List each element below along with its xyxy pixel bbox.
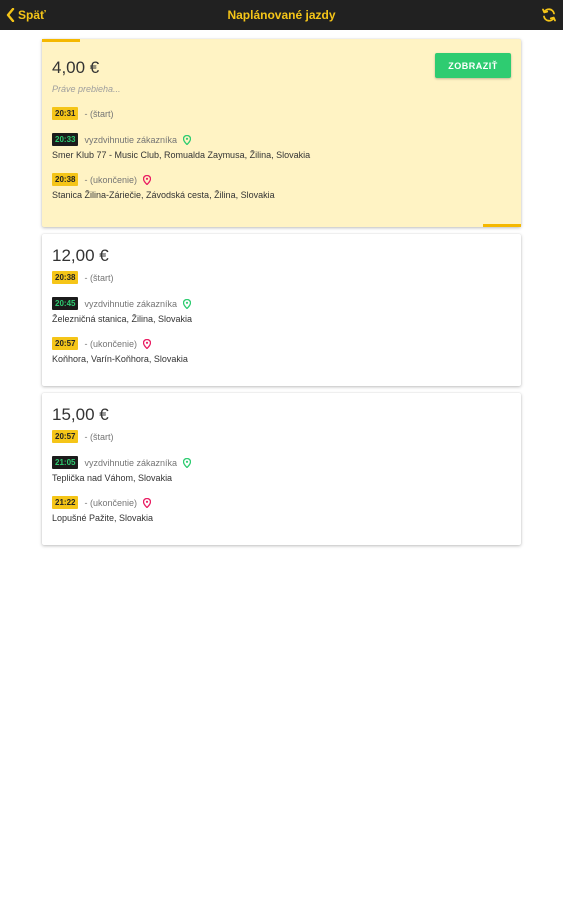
back-label: Späť (18, 8, 46, 22)
start-time: 20:31 (52, 107, 79, 120)
end-row: 20:38 - (ukončenie) (52, 173, 511, 186)
progress-indicator (483, 224, 521, 227)
ride-price: 12,00 € (52, 246, 109, 265)
end-row: 20:57 - (ukončenie) (52, 337, 511, 350)
end-label: - (ukončenie) (84, 338, 137, 349)
map-pin-icon (143, 338, 151, 349)
end-address: Lopušné Pažite, Slovakia (52, 513, 154, 523)
page-title: Naplánované jazdy (227, 8, 336, 22)
progress-indicator (42, 39, 80, 42)
pickup-address: Teplička nad Váhom, Slovakia (52, 473, 173, 483)
back-button[interactable]: Späť (6, 0, 46, 30)
start-time: 20:38 (52, 271, 79, 284)
end-row: 21:22 - (ukončenie) (52, 496, 511, 509)
end-address: Stanica Žilina-Záriečie, Závodská cesta,… (52, 190, 275, 200)
ride-card[interactable]: 12,00 € 20:38 - (štart) 20:45 vyzdvihnut… (42, 234, 521, 386)
end-time: 21:22 (52, 496, 79, 509)
map-pin-icon (143, 174, 151, 185)
pickup-row: 20:33 vyzdvihnutie zákazníka (52, 133, 511, 146)
pickup-time: 20:45 (52, 297, 79, 310)
pickup-row: 20:45 vyzdvihnutie zákazníka (52, 297, 511, 310)
map-pin-icon (183, 298, 192, 309)
ride-price: 15,00 € (52, 405, 109, 424)
start-row: 20:57 - (štart) (52, 430, 511, 443)
end-time: 20:38 (52, 173, 79, 186)
end-label: - (ukončenie) (84, 174, 137, 185)
top-app-bar: Späť Naplánované jazdy (0, 0, 563, 30)
map-pin-icon (143, 497, 151, 508)
start-row: 20:38 - (štart) (52, 271, 511, 284)
start-label: - (štart) (84, 431, 114, 442)
pickup-address: Železničná stanica, Žilina, Slovakia (52, 314, 193, 324)
ride-card[interactable]: 15,00 € 20:57 - (štart) 21:05 vyzdvihnut… (42, 393, 521, 545)
chevron-left-icon (6, 8, 15, 22)
pickup-row: 21:05 vyzdvihnutie zákazníka (52, 456, 511, 469)
pickup-label: vyzdvihnutie zákazníka (84, 298, 178, 309)
ride-list: 4,00 € Práve prebieha... ZOBRAZIŤ 20:31 … (0, 30, 563, 545)
show-button[interactable]: ZOBRAZIŤ (435, 53, 511, 78)
pickup-label: vyzdvihnutie zákazníka (84, 134, 178, 145)
start-row: 20:31 - (štart) (52, 107, 511, 120)
ride-status: Práve prebieha... (52, 84, 121, 94)
end-address: Koňhora, Varín-Koňhora, Slovakia (52, 354, 188, 364)
start-label: - (štart) (84, 108, 114, 119)
end-label: - (ukončenie) (84, 497, 137, 508)
ride-card[interactable]: 4,00 € Práve prebieha... ZOBRAZIŤ 20:31 … (42, 39, 521, 227)
pickup-address: Smer Klub 77 - Music Club, Romualda Zaym… (52, 150, 311, 160)
end-time: 20:57 (52, 337, 79, 350)
map-pin-icon (183, 457, 192, 468)
start-time: 20:57 (52, 430, 79, 443)
pickup-time: 21:05 (52, 456, 79, 469)
pickup-time: 20:33 (52, 133, 79, 146)
map-pin-icon (183, 134, 192, 145)
pickup-label: vyzdvihnutie zákazníka (84, 457, 178, 468)
refresh-icon[interactable] (541, 7, 557, 23)
start-label: - (štart) (84, 272, 114, 283)
